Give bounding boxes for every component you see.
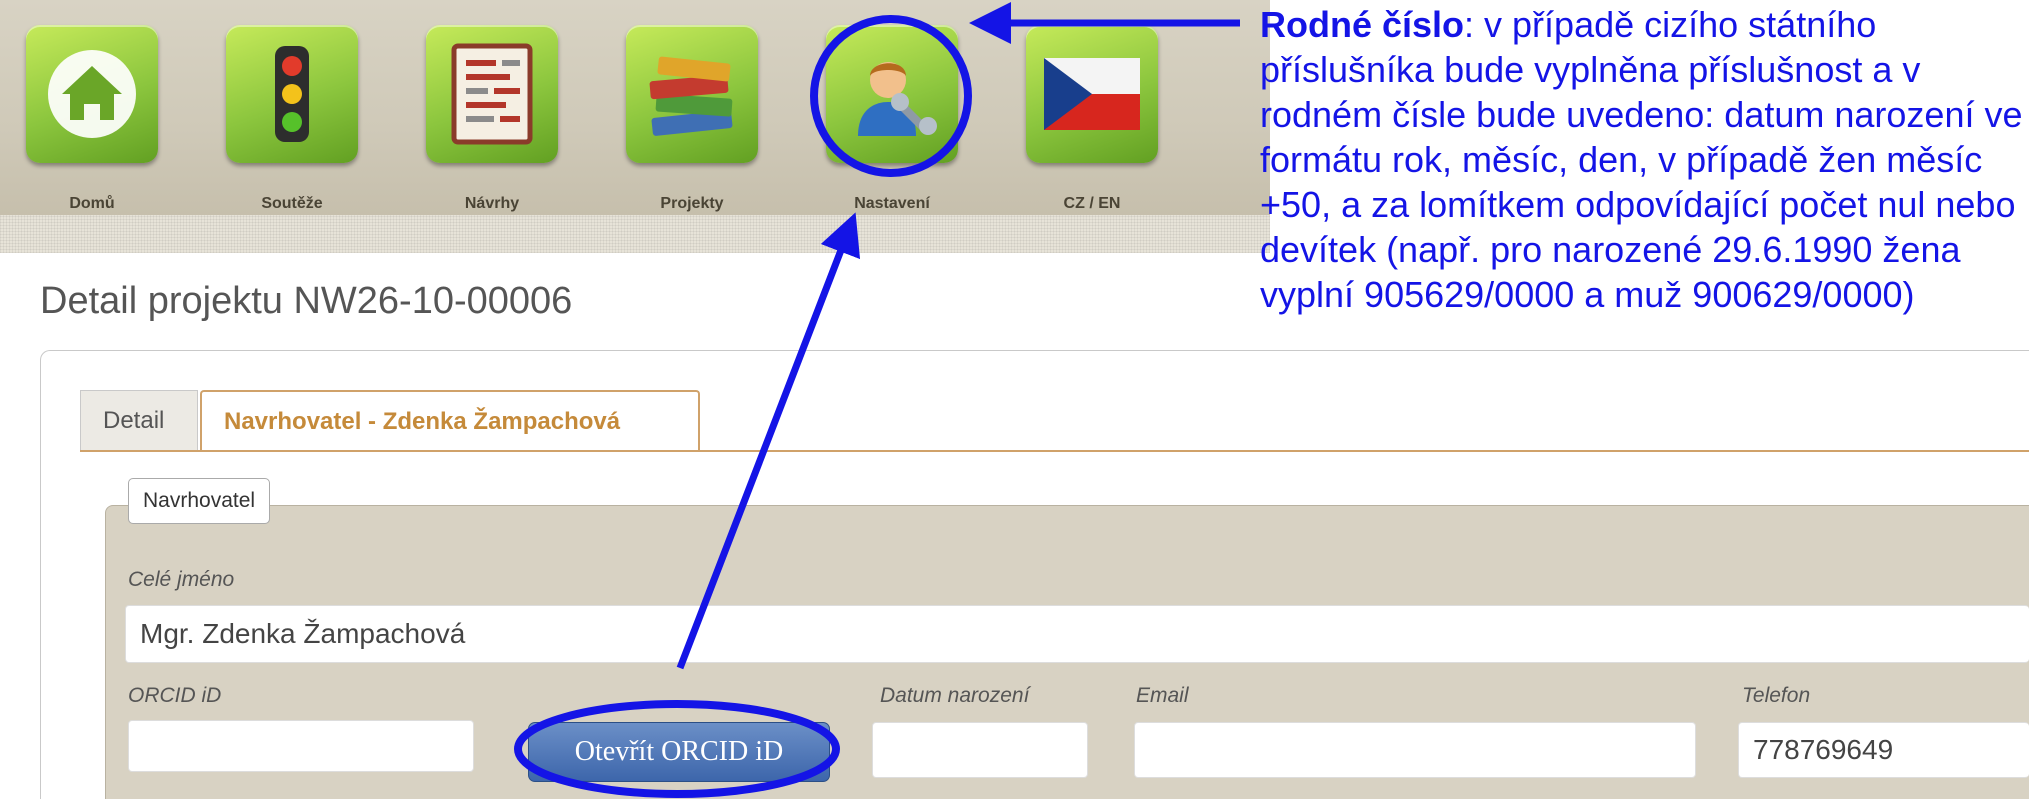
highlight-circle-settings <box>810 15 972 177</box>
annotation-note: Rodné číslo: v případě cizího státního p… <box>1260 2 2029 317</box>
highlight-ellipse-orcid <box>514 700 840 798</box>
screenshot-frame: Domů Soutěže Návrhy Projekty Nastavení C… <box>0 0 2029 800</box>
annotation-title: Rodné číslo <box>1260 4 1465 45</box>
arrow-from-orcid-to-settings <box>676 212 861 670</box>
annotation-text: : v případě cizího státního příslušníka … <box>1260 4 2023 315</box>
